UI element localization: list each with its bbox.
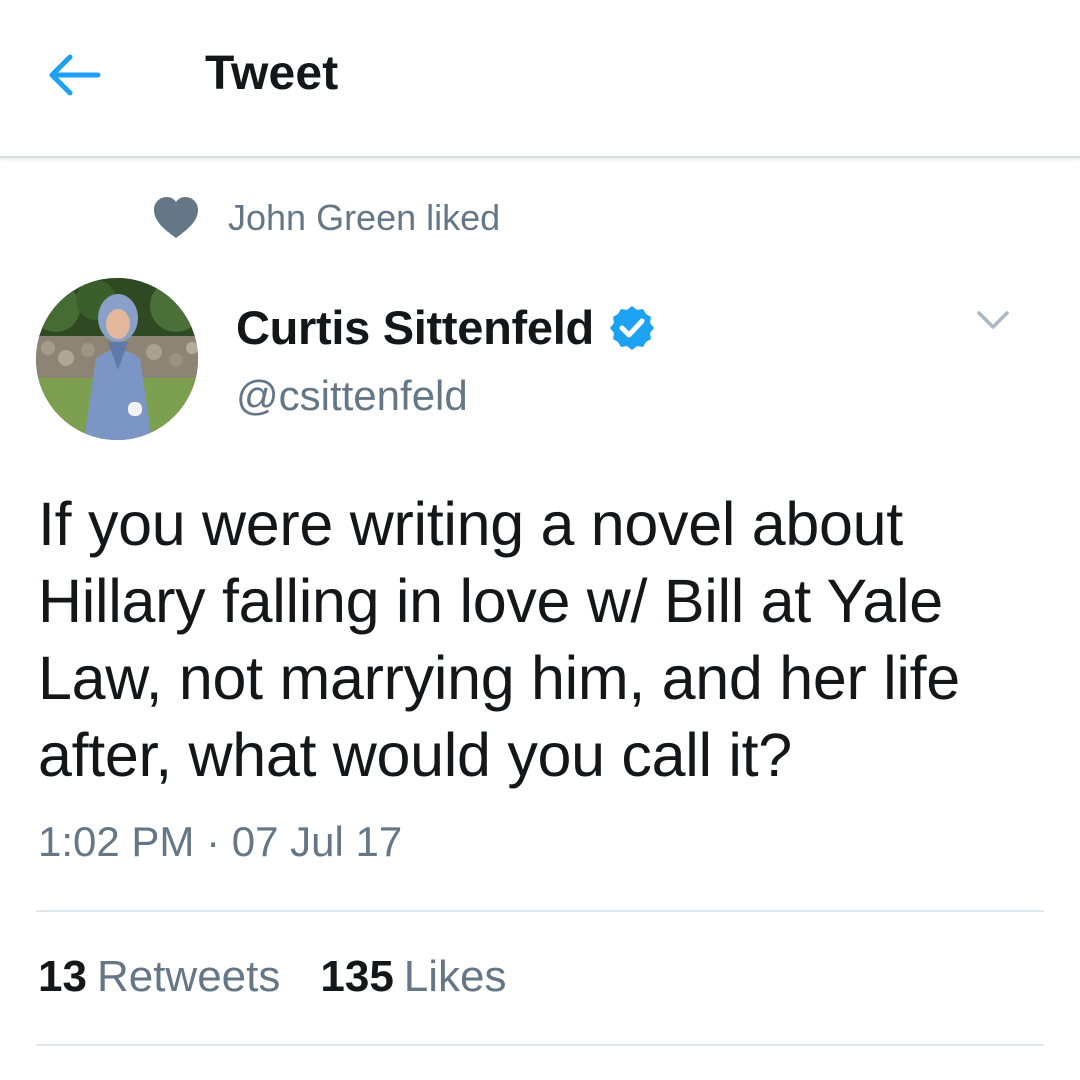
- retweets-stat[interactable]: 13 Retweets: [38, 952, 280, 1002]
- tweet-menu-button[interactable]: [970, 300, 1016, 340]
- verified-badge-icon: [609, 305, 654, 350]
- author-name: Curtis Sittenfeld: [236, 301, 594, 354]
- page-title: Tweet: [205, 47, 339, 100]
- arrow-left-icon: [49, 54, 101, 96]
- likes-stat[interactable]: 135 Likes: [320, 952, 506, 1002]
- likes-label: Likes: [403, 952, 507, 1001]
- retweets-count: 13: [38, 952, 87, 1001]
- divider: [36, 910, 1044, 912]
- divider: [36, 1044, 1044, 1046]
- social-context: John Green liked: [152, 196, 500, 240]
- author-name-link[interactable]: Curtis Sittenfeld: [236, 300, 656, 355]
- author-handle[interactable]: @csittenfeld: [236, 372, 468, 420]
- likes-count: 135: [320, 952, 394, 1001]
- heart-icon: [154, 197, 198, 238]
- tweet-text: If you were writing a novel about Hillar…: [38, 490, 960, 789]
- retweets-label: Retweets: [96, 952, 281, 1001]
- app-header: Tweet: [0, 0, 1080, 158]
- social-context-text: John Green liked: [228, 197, 501, 238]
- avatar-image: [36, 278, 198, 440]
- avatar[interactable]: [36, 278, 198, 440]
- tweet-timestamp[interactable]: 1:02 PM · 07 Jul 17: [38, 818, 402, 866]
- back-button[interactable]: [40, 48, 106, 102]
- chevron-down-icon: [977, 311, 1009, 329]
- tweet-stats: 13 Retweets 135 Likes: [38, 952, 507, 1002]
